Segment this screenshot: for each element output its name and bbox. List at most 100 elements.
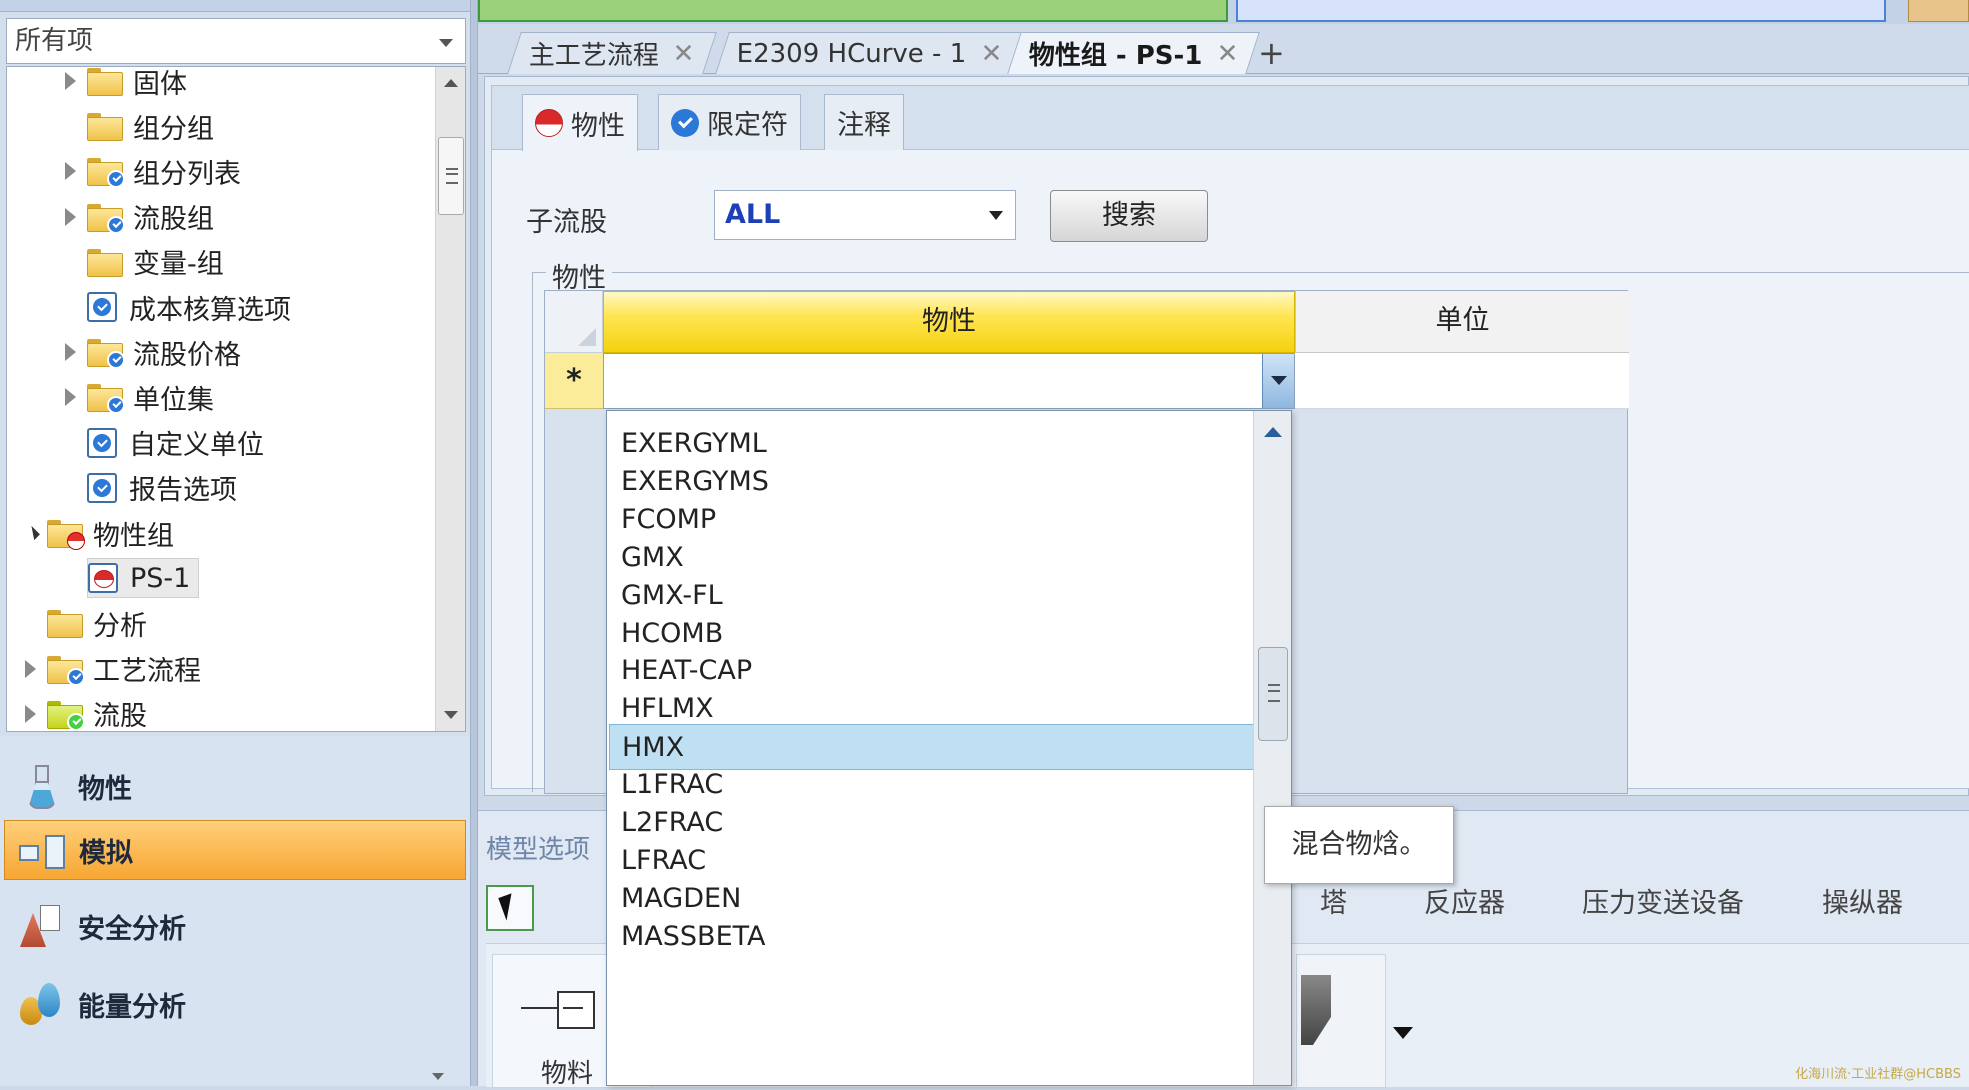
expanded-icon[interactable]	[19, 522, 41, 544]
subtab-label: 物性	[571, 110, 625, 142]
tree-item[interactable]: 组分列表	[59, 149, 249, 193]
tree-item-content[interactable]: PS-1	[87, 558, 200, 599]
scroll-up-icon[interactable]	[1264, 427, 1282, 437]
column-header-unit[interactable]: 单位	[1295, 291, 1629, 353]
scroll-thumb[interactable]	[1258, 647, 1288, 741]
ribbon-strip	[478, 0, 1969, 24]
tree-filter-combo[interactable]: 所有项	[6, 18, 466, 64]
column-header-property[interactable]: 物性	[603, 291, 1295, 353]
collapsed-icon[interactable]	[59, 160, 81, 182]
tree-item[interactable]: 流股组	[59, 195, 222, 239]
tree-item[interactable]: 自定义单位	[59, 421, 272, 465]
palette-item-vessel[interactable]	[1296, 954, 1413, 1088]
tree-item[interactable]: 物性组	[19, 511, 182, 555]
tree-item-label: 流股组	[133, 204, 214, 236]
chevron-down-icon[interactable]	[989, 211, 1003, 220]
unit-cell[interactable]	[1295, 353, 1629, 409]
pointer-tool-icon[interactable]	[486, 885, 534, 931]
tree-item[interactable]: 成本核算选项	[59, 285, 299, 329]
nav-item-simulation[interactable]: 模拟	[4, 820, 466, 880]
dropdown-option[interactable]: MASSBETA	[609, 914, 1255, 960]
subtab-qualifiers[interactable]: 限定符	[658, 94, 801, 150]
tree-item-content[interactable]: 自定义单位	[87, 423, 272, 463]
tree-item-label: 工艺流程	[93, 656, 201, 688]
library-tab-columns[interactable]: 塔	[1320, 881, 1347, 920]
tree-scrollbar[interactable]	[435, 67, 465, 731]
scroll-down-icon[interactable]	[444, 711, 458, 719]
tree-item-content[interactable]: 物性组	[47, 513, 182, 553]
tree-item-label: 变量-组	[133, 249, 224, 281]
tree-item-content[interactable]: 报告选项	[87, 468, 245, 508]
tree-item-content[interactable]: 流股组	[87, 197, 222, 237]
tree-item-content[interactable]: 分析	[47, 603, 155, 643]
tree-item-content[interactable]: 工艺流程	[47, 649, 209, 689]
substream-value: ALL	[725, 199, 781, 230]
tree-item-label: 组分组	[133, 113, 214, 145]
tree-item-content[interactable]: 组分组	[87, 106, 222, 146]
tree-item-content[interactable]: 成本核算选项	[87, 287, 299, 327]
close-icon[interactable]: ✕	[1216, 39, 1238, 69]
collapsed-icon[interactable]	[19, 658, 41, 680]
collapsed-icon[interactable]	[59, 386, 81, 408]
subtab-properties[interactable]: 物性	[522, 94, 638, 151]
nav-item-label: 安全分析	[78, 913, 186, 945]
scroll-up-icon[interactable]	[444, 79, 458, 87]
tab-main-flowsheet[interactable]: 主工艺流程 ✕	[507, 32, 717, 74]
search-button[interactable]: 搜索	[1050, 190, 1208, 242]
navigation-tree[interactable]: 固体组分组组分列表流股组变量-组成本核算选项流股价格单位集自定义单位报告选项物性…	[6, 66, 466, 732]
tree-item[interactable]: 组分组	[59, 104, 222, 148]
chevron-down-icon[interactable]	[439, 39, 453, 47]
tree-item[interactable]: 固体	[59, 67, 195, 103]
tree-item-content[interactable]: 流股	[47, 694, 155, 731]
collapsed-icon[interactable]	[59, 206, 81, 228]
tab-property-set[interactable]: 物性组 - PS-1 ✕	[1007, 32, 1261, 74]
vessel-icon	[1301, 975, 1331, 1045]
form-icon	[87, 472, 117, 503]
subtab-comments[interactable]: 注释	[824, 94, 904, 150]
nav-item-energy-analysis[interactable]: 能量分析	[4, 974, 466, 1034]
pane-splitter[interactable]	[470, 0, 478, 1086]
property-cell-combo[interactable]	[603, 353, 1295, 409]
chevron-down-icon[interactable]	[1393, 1027, 1413, 1039]
scroll-thumb[interactable]	[438, 137, 464, 215]
add-tab-icon[interactable]: +	[1258, 34, 1285, 72]
library-tab-manipulators[interactable]: 操纵器	[1822, 881, 1903, 920]
tree-item[interactable]: 工艺流程	[19, 647, 209, 691]
substream-label: 子流股	[526, 207, 607, 238]
nav-item-properties[interactable]: 物性	[4, 756, 466, 816]
substream-select[interactable]: ALL	[714, 190, 1016, 240]
tree-item[interactable]: PS-1	[59, 556, 200, 600]
grid-select-all[interactable]	[545, 291, 603, 353]
collapsed-icon[interactable]	[59, 70, 81, 92]
tree-item[interactable]: 单位集	[59, 375, 222, 419]
tree-item-content[interactable]: 变量-组	[87, 242, 232, 282]
model-library-tab[interactable]: 模型选项	[486, 829, 590, 866]
tree-item-content[interactable]: 固体	[87, 67, 195, 101]
collapsed-icon[interactable]	[59, 341, 81, 363]
chevron-down-icon[interactable]	[432, 1073, 444, 1080]
tree-item[interactable]: 分析	[19, 601, 155, 645]
tree-item[interactable]: 流股	[19, 692, 155, 731]
tree-item-content[interactable]: 单位集	[87, 377, 222, 417]
document-tabs: 主工艺流程 ✕ E2309 HCurve - 1 ✕ 物性组 - PS-1 ✕ …	[478, 24, 1969, 74]
energy-icon	[16, 979, 66, 1029]
collapsed-icon[interactable]	[19, 703, 41, 725]
library-tab-pressure-changers[interactable]: 压力变送设备	[1582, 881, 1744, 920]
dropdown-button-icon[interactable]	[1262, 354, 1294, 408]
property-dropdown-list[interactable]: EXERGYML EXERGYMS FCOMP GMX GMX-FL HCOMB HEAT-…	[606, 410, 1292, 1086]
close-icon[interactable]: ✕	[673, 39, 695, 69]
tree-item-content[interactable]: 组分列表	[87, 151, 249, 191]
tree-item-label: 流股价格	[133, 339, 241, 371]
library-tab-reactors[interactable]: 反应器	[1424, 881, 1505, 920]
tree-item[interactable]: 流股价格	[59, 330, 249, 374]
tree-item[interactable]: 变量-组	[59, 240, 232, 284]
nav-item-safety-analysis[interactable]: 安全分析	[4, 896, 466, 956]
tree-item[interactable]: 报告选项	[59, 466, 245, 510]
close-icon[interactable]: ✕	[980, 39, 1002, 69]
tab-hcurve[interactable]: E2309 HCurve - 1 ✕	[715, 32, 1025, 74]
pane-header-strip	[0, 0, 470, 12]
tree-item-content[interactable]: 流股价格	[87, 332, 249, 372]
tree-item-label: 单位集	[133, 384, 214, 416]
dropdown-scrollbar[interactable]	[1253, 411, 1291, 1085]
